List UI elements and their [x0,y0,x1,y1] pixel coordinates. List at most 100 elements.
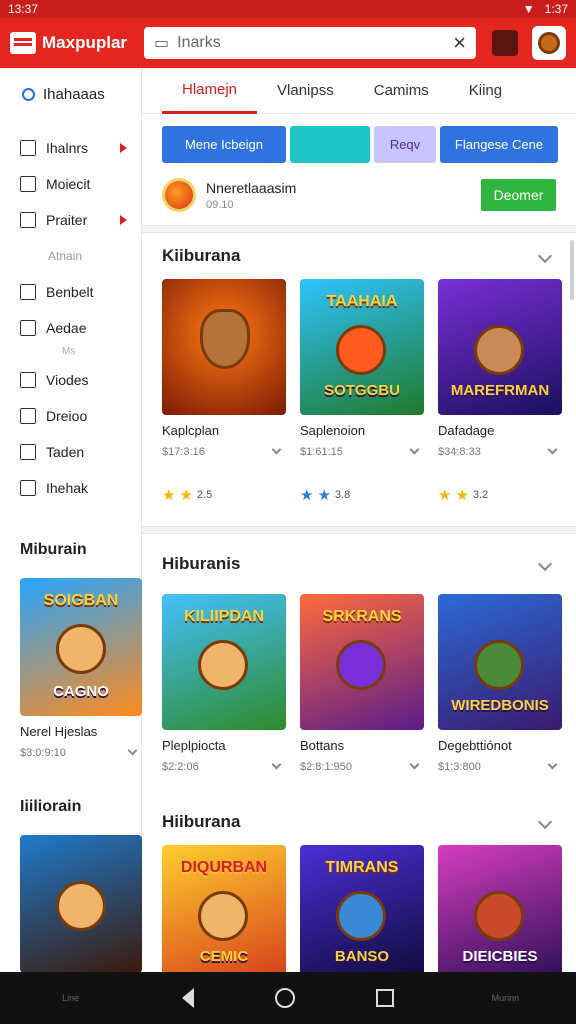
chevron-down-icon[interactable] [271,444,282,455]
chevron-down-icon[interactable] [127,745,138,756]
scrollbar[interactable] [570,240,574,300]
game-grid: Kaplcplan $17:3:16 ★ ★ 2.5 TAAHAIA SOTGG… [162,279,562,504]
tab-1[interactable]: Vlanipss [257,68,354,114]
sidebar-item-label: Moiecit [46,176,91,192]
sidebar-item-7[interactable]: Taden [0,434,141,470]
clear-search-icon[interactable]: × [453,30,466,56]
game-price: $34:8:33 [438,446,481,458]
list-icon [20,320,36,336]
home-icon[interactable] [274,988,295,1008]
game-card[interactable]: WIREDBONIS Degebttiónot $1:3:800 [438,594,562,773]
sidebar-item-0[interactable]: Ihalnrs [0,130,141,166]
sidebar-small-label: Ms [62,346,76,357]
tab-0[interactable]: Hlamejn [162,68,258,114]
game-card[interactable]: MAREFRMAN Dafadage $34:8:33 ★ ★ 3.2 [438,279,562,504]
nav-right-label[interactable]: Murinn [475,993,535,1003]
sidebar-item-label: Taden [46,444,85,460]
game-price: $1:3:800 [438,761,481,773]
rating-value: 3.8 [334,489,351,501]
chevron-down-icon[interactable] [409,759,420,770]
game-card[interactable]: SRKRANS Bottans $2:8:1:950 [300,594,424,773]
game-name: Nerel Hjeslas [20,724,98,739]
sidebar-item-6[interactable]: Dreioo [0,398,141,434]
chevron-down-icon[interactable] [537,814,553,830]
sidebar-item-label: Viodes [46,372,89,388]
tab-2[interactable]: Camims [354,68,449,114]
character-icon [336,325,386,375]
chevron-down-icon[interactable] [547,759,558,770]
game-art[interactable]: TIMRANS BANSO [300,845,424,981]
game-name: Degebttiónot [438,738,512,753]
app-logo[interactable]: Maxpuplar [10,32,150,54]
game-art[interactable]: TAAHAIA SOTGGBU [300,279,424,415]
notifications-button[interactable] [492,30,518,56]
sidebar-item-5[interactable]: Viodes [0,362,141,398]
game-card[interactable]: KILIIPDAN Pleplpiocta $2:2:06 [162,594,286,773]
chevron-down-icon[interactable] [537,248,553,264]
game-card[interactable]: TAAHAIA SOTGGBU Saplenoion $1:61:15 ★ ★ … [300,279,424,504]
back-icon[interactable] [181,988,194,1008]
game-art[interactable]: DIEICBIES [438,845,562,981]
chevron-down-icon[interactable] [271,759,282,770]
game-art[interactable]: WIREDBONIS [438,594,562,730]
chevron-down-icon[interactable] [547,444,558,455]
game-card[interactable]: DIEICBIES [438,845,562,981]
game-art[interactable] [162,279,286,415]
filter-button-3[interactable]: Flangese Cene [440,126,558,163]
left-section-title: Iiiliorain [20,798,82,815]
game-rating: ★ ★ 3.2 [438,486,562,504]
game-art-title: KILIIPDAN [184,608,264,625]
game-art-title: SOIGBAN [43,592,119,609]
filter-button-2[interactable]: Reqv [374,126,436,163]
character-icon [198,891,248,941]
arrow-right-icon [120,143,127,153]
game-art[interactable]: SOIGBAN CAGNO [20,578,142,716]
chevron-down-icon[interactable] [537,556,553,572]
list-icon [20,372,36,388]
filter-button-0[interactable]: Mene Icbeign [162,126,286,163]
sidebar-item-2[interactable]: Praiter [0,202,141,238]
game-card[interactable]: DIQURBAN CEMIC [162,845,286,981]
list-icon [20,212,36,228]
arrow-right-icon [120,215,127,225]
game-card[interactable]: SOIGBAN CAGNO Nerel Hjeslas $3:0:9:10 [20,578,142,759]
section-title: Kiiburana [162,246,241,265]
sidebar-item-1[interactable]: Moiecit [0,166,141,202]
game-art[interactable]: MAREFRMAN [438,279,562,415]
sidebar-item-label: Praiter [46,212,88,228]
character-icon [336,891,386,941]
sidebar-header[interactable]: Ihahaaas [0,68,141,120]
game-art[interactable]: SRKRANS [300,594,424,730]
chevron-down-icon[interactable] [409,444,420,455]
game-art[interactable] [20,835,142,973]
game-card[interactable] [20,835,142,973]
divider [142,526,576,534]
promo-title: Nneretlaaasim [206,179,297,196]
character-icon [198,640,248,690]
star-icon: ★ [179,487,193,504]
search-input[interactable]: ▭ Inarks × [144,27,476,59]
promo-button[interactable]: Deomer [481,179,556,211]
game-price: $2:2:06 [162,761,199,773]
game-card[interactable]: Kaplcplan $17:3:16 ★ ★ 2.5 [162,279,286,504]
list-icon [20,284,36,300]
tab-3[interactable]: Kiing [449,68,522,114]
game-rating: ★ ★ 2.5 [162,486,286,504]
filter-button-1[interactable] [290,126,370,163]
game-name: Pleplpiocta [162,738,226,753]
recent-apps-icon[interactable] [376,989,395,1007]
sidebar-item-3[interactable]: Benbelt [0,274,141,310]
character-icon [56,624,106,674]
character-icon [200,309,250,369]
system-nav-bar: Line Murinn [0,972,576,1024]
game-card[interactable]: TIMRANS BANSO [300,845,424,981]
star-icon: ★ [317,487,331,504]
list-icon [20,480,36,496]
sidebar-item-label: Dreioo [46,408,88,424]
game-art[interactable]: KILIIPDAN [162,594,286,730]
nav-left-label[interactable]: Line [41,993,101,1003]
sidebar-item-8[interactable]: Ihehak [0,470,141,506]
game-art[interactable]: DIQURBAN CEMIC [162,845,286,981]
sidebar-item-4[interactable]: Aedae [0,310,141,346]
avatar[interactable] [532,26,566,60]
